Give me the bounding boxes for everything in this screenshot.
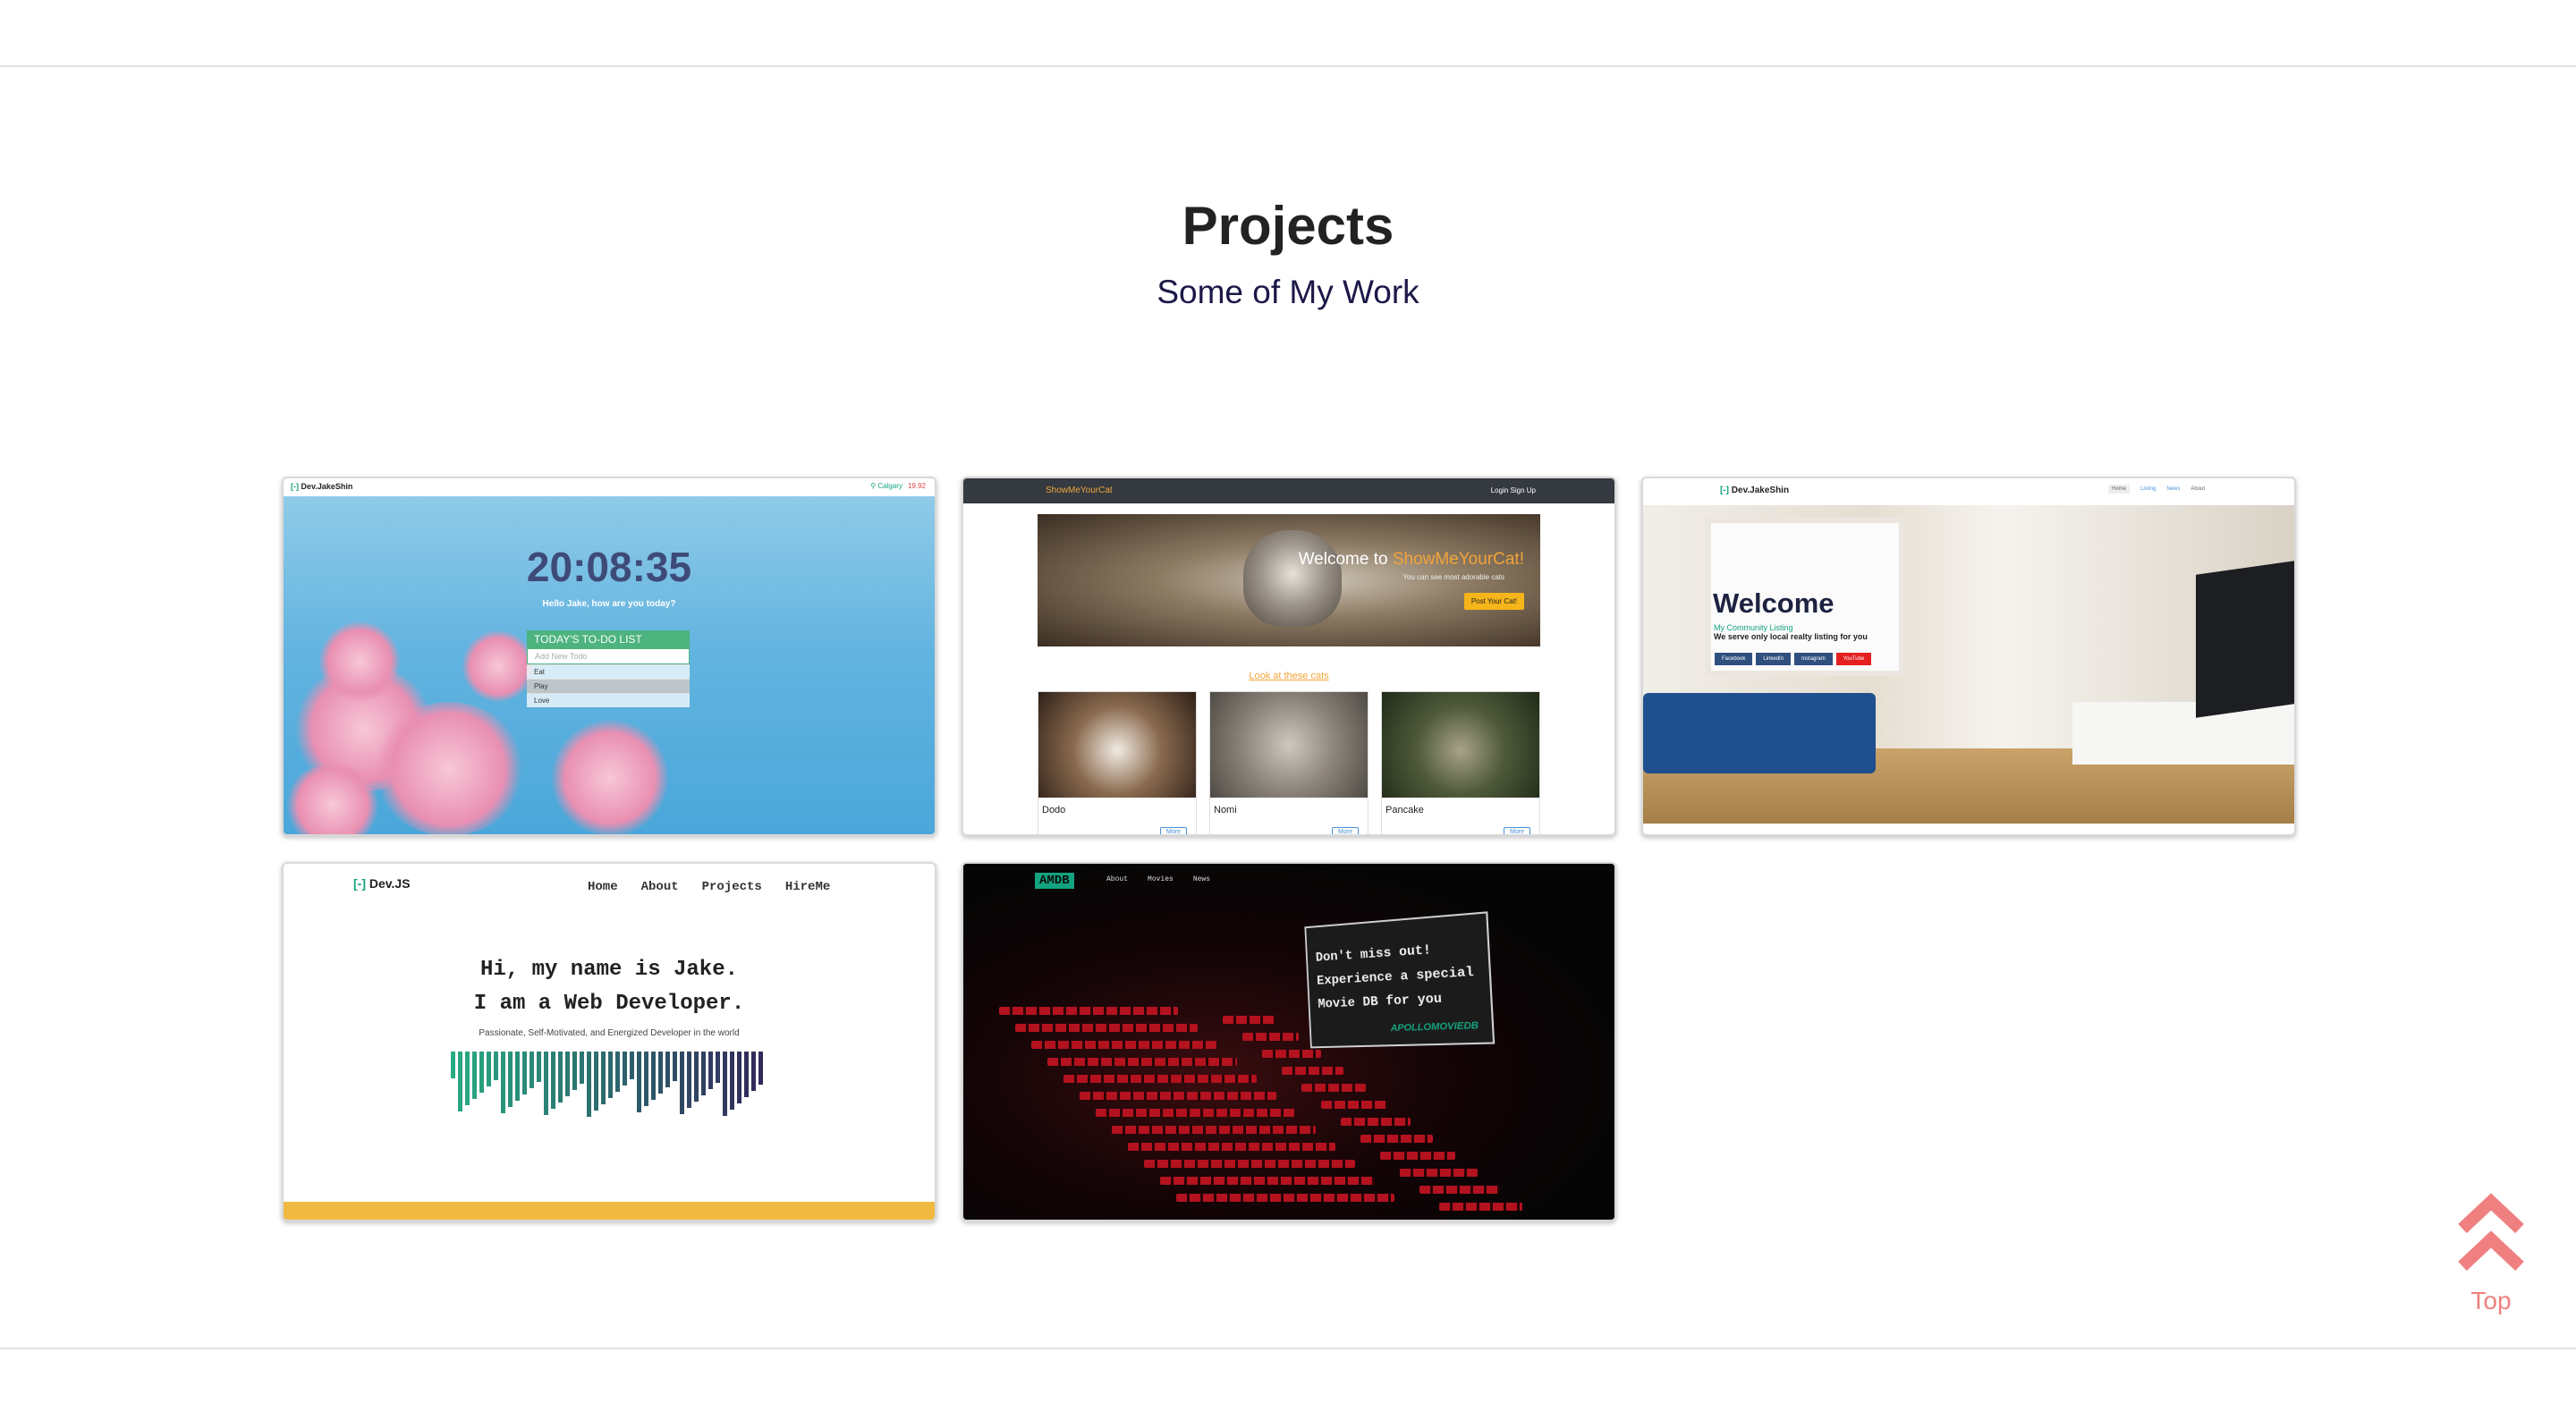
equalizer-graphic (451, 1052, 769, 1118)
app-navbar: [-] Dev.JakeShin ⚲ Calgary 19.92 (284, 478, 935, 496)
social-buttons: Facebook LinkedIn Instagram YouTube (1715, 648, 1875, 665)
todo-item: Eat (527, 664, 690, 679)
cat-name: Dodo (1042, 805, 1066, 815)
cat-card: Dodo More (1038, 691, 1197, 834)
brand-logo: [-] Dev.JakeShin (291, 482, 353, 491)
todo-input: Add New Todo (527, 648, 690, 664)
scroll-to-top-button[interactable]: Top (2451, 1193, 2531, 1315)
brand-logo: ShowMeYourCat (1046, 486, 1113, 495)
app-navbar: [-] Dev.JakeShin Home Listing News About (1643, 478, 2294, 505)
nav-links: Home Listing News About (2108, 485, 2216, 494)
community-label: My Community Listing (1714, 623, 1793, 632)
project-card-devjs[interactable]: [-] Dev.JS Home About Projects HireMe Hi, m… (282, 862, 936, 1221)
gallery-link: Look at these cats (1249, 671, 1329, 681)
app-navbar: Home About Projects HireMe (588, 880, 831, 894)
more-button: More (1160, 827, 1187, 834)
project-card-cats[interactable]: ShowMeYourCat Login Sign Up Welcome to S… (962, 477, 1616, 836)
welcome-title: Welcome (1713, 587, 1835, 619)
more-button: More (1504, 827, 1530, 834)
todo-widget: TODAY'S TO-DO LIST Add New Todo Eat Play… (527, 630, 690, 707)
section-subtitle: Some of My Work (1157, 274, 1419, 310)
todo-item: Play (527, 679, 690, 693)
project-card-movies[interactable]: AMDB About Movies News Don't miss out! Exp… (962, 862, 1616, 1221)
section-title: Projects (1182, 196, 1394, 256)
greeting-text: Hello Jake, how are you today? (542, 599, 676, 609)
cat-name: Pancake (1385, 805, 1424, 815)
scroll-to-top-label: Top (2470, 1287, 2512, 1314)
todo-title: TODAY'S TO-DO LIST (527, 630, 690, 648)
nav-links: Login Sign Up (1490, 486, 1536, 494)
more-button: More (1332, 827, 1359, 834)
cat-image (1243, 530, 1342, 627)
post-cat-button: Post Your Cat! (1463, 593, 1524, 610)
clock-display: 20:08:35 (526, 544, 692, 590)
footer-bar (284, 1202, 935, 1220)
project-card-todo[interactable]: [-] Dev.JakeShin ⚲ Calgary 19.92 20:08:35… (282, 477, 936, 836)
bottom-divider (0, 1348, 2576, 1349)
brand-logo: [-] Dev.JakeShin (1720, 486, 1790, 495)
app-navbar: About Movies News (1106, 875, 1211, 883)
cat-name: Nomi (1214, 805, 1237, 815)
living-room-image: Welcome My Community Listing We serve on… (1643, 505, 2294, 824)
brand-logo: [-] Dev.JS (353, 876, 411, 891)
project-card-realty[interactable]: [-] Dev.JakeShin Home Listing News About We… (1641, 477, 2296, 836)
cinema-screen: Don't miss out! Experience a special Mov… (1304, 911, 1496, 1049)
brand-logo: AMDB (1035, 873, 1074, 889)
intro-heading: Hi, my name is Jake. I am a Web Develope… (473, 958, 745, 1016)
tagline: Passionate, Self-Motivated, and Energize… (479, 1028, 740, 1038)
cat-card: Pancake More (1381, 691, 1540, 834)
hero-subtitle: You can see most adorable cats (1402, 573, 1504, 581)
double-chevron-up-icon (2458, 1193, 2524, 1272)
todo-item: Love (527, 693, 690, 707)
hero-title: Welcome to ShowMeYourCat! (1298, 550, 1524, 569)
hero-banner: Welcome to ShowMeYourCat! You can see mo… (1038, 514, 1540, 646)
serve-text: We serve only local realty listing for y… (1714, 632, 1868, 641)
top-divider (0, 65, 2576, 67)
weather-readout: ⚲ Calgary 19.92 (870, 482, 926, 490)
cat-card: Nomi More (1209, 691, 1368, 834)
app-navbar: ShowMeYourCat Login Sign Up (963, 478, 1614, 503)
